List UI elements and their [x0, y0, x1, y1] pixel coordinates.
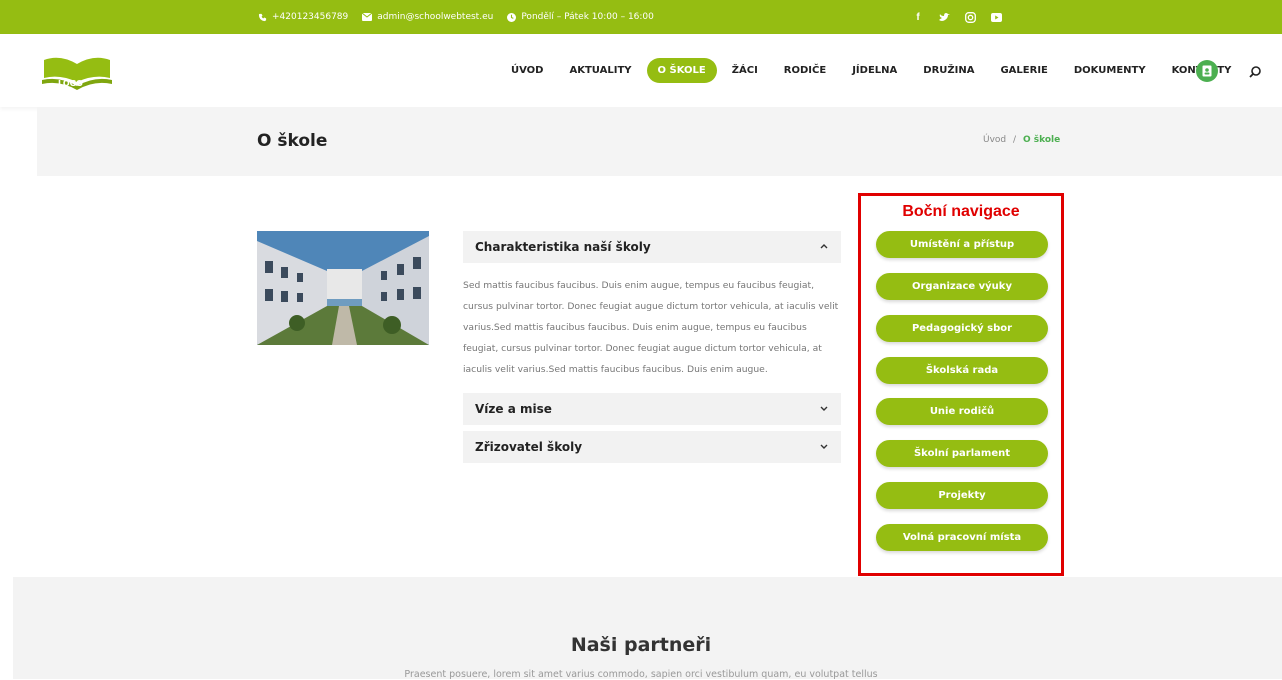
page-title: O škole [257, 131, 328, 151]
partners-title: Naši partneři [570, 634, 712, 656]
side-nav-button[interactable]: Umístění a přístup [876, 231, 1048, 258]
clock-icon [507, 12, 517, 22]
nav-item-uvod[interactable]: ÚVOD [500, 58, 555, 83]
breadcrumb-separator: / [1013, 135, 1017, 145]
nav-item-rodice[interactable]: RODIČE [773, 58, 837, 83]
accordion-title: Víze a mise [475, 402, 552, 416]
accordion-content: Sed mattis faucibus faucibus. Duis enim … [463, 280, 839, 375]
school-photo [257, 231, 429, 345]
nav-item-galerie[interactable]: GALERIE [989, 58, 1058, 83]
partners-section: Naši partneři Praesent posuere, lorem si… [13, 577, 1282, 680]
email-link[interactable]: admin@schoolwebtest.eu [362, 12, 493, 22]
accordion-characteristics[interactable]: Charakteristika naší školy [463, 231, 841, 263]
phone-icon [258, 13, 267, 21]
page-title-bar: O škole Úvod / O škole [37, 107, 1282, 176]
instagram-icon[interactable] [964, 11, 976, 23]
mail-icon [362, 13, 373, 21]
site-logo[interactable]: LOGO [42, 52, 112, 90]
opening-hours: Pondělí – Pátek 10:00 – 16:00 [507, 12, 654, 22]
nav-item-zaci[interactable]: ŽÁCI [721, 58, 769, 83]
nav-item-aktuality[interactable]: AKTUALITY [559, 58, 643, 83]
logo-text: LOGO [58, 79, 83, 88]
accordion-title: Charakteristika naší školy [475, 240, 651, 254]
social-links: f [912, 0, 1002, 34]
youtube-icon[interactable] [990, 11, 1002, 23]
breadcrumb-current: O škole [1022, 135, 1061, 145]
search-icon[interactable] [1249, 65, 1261, 78]
nav-item-o-skole[interactable]: O ŠKOLE [646, 58, 717, 83]
facebook-icon[interactable]: f [912, 11, 924, 23]
twitter-icon[interactable] [938, 11, 950, 23]
side-nav-button[interactable]: Unie rodičů [876, 398, 1048, 425]
chevron-up-icon [820, 244, 828, 249]
top-bar: +420123456789 admin@schoolwebtest.eu Pon… [0, 0, 1282, 34]
accordion-founder[interactable]: Zřizovatel školy [463, 431, 841, 463]
partners-text: Praesent posuere, lorem sit amet varius … [404, 669, 878, 680]
side-nav-button[interactable]: Školní parlament [876, 440, 1048, 467]
chevron-down-icon [820, 406, 828, 411]
phone-link[interactable]: +420123456789 [258, 12, 348, 22]
contact-book-icon[interactable] [1196, 60, 1218, 82]
breadcrumb-home[interactable]: Úvod [983, 135, 1006, 145]
nav-item-jidelna[interactable]: JÍDELNA [841, 58, 908, 83]
side-nav-button[interactable]: Organizace výuky [876, 273, 1048, 300]
contact-info: +420123456789 admin@schoolwebtest.eu Pon… [258, 0, 654, 34]
accordion-vision[interactable]: Víze a mise [463, 393, 841, 425]
side-navigation: Boční navigace Umístění a přístup Organi… [858, 193, 1064, 576]
main-nav: ÚVOD AKTUALITY O ŠKOLE ŽÁCI RODIČE JÍDEL… [500, 34, 1246, 107]
breadcrumb: Úvod / O škole [983, 135, 1060, 145]
nav-item-dokumenty[interactable]: DOKUMENTY [1063, 58, 1157, 83]
side-nav-button[interactable]: Volná pracovní místa [876, 524, 1048, 551]
main-header: LOGO ÚVOD AKTUALITY O ŠKOLE ŽÁCI RODIČE … [0, 34, 1282, 107]
nav-item-druzina[interactable]: DRUŽINA [912, 58, 985, 83]
side-nav-title: Boční navigace [902, 203, 1020, 220]
side-nav-button[interactable]: Pedagogický sbor [876, 315, 1048, 342]
accordion-title: Zřizovatel školy [475, 440, 583, 454]
side-nav-button[interactable]: Školská rada [876, 357, 1048, 384]
chevron-down-icon [820, 444, 828, 449]
side-nav-button[interactable]: Projekty [876, 482, 1048, 509]
